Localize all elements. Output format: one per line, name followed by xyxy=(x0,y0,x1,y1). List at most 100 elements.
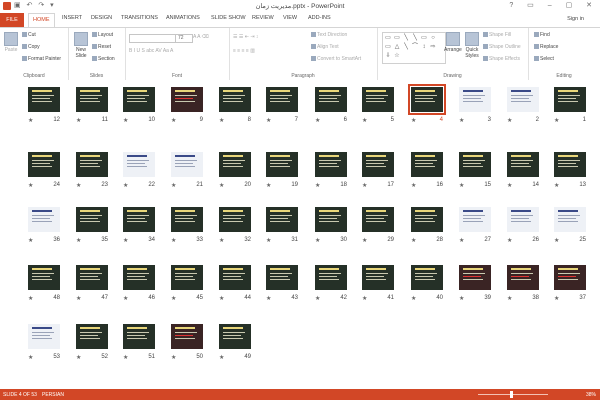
transition-star-icon[interactable]: ★ xyxy=(554,295,559,302)
select-button[interactable]: Select xyxy=(534,56,554,62)
slide-thumbnail[interactable] xyxy=(76,87,108,112)
transition-star-icon[interactable]: ★ xyxy=(459,295,464,302)
zoom-level[interactable]: 38% xyxy=(586,392,596,398)
transition-star-icon[interactable]: ★ xyxy=(459,117,464,124)
transition-star-icon[interactable]: ★ xyxy=(219,182,224,189)
transition-star-icon[interactable]: ★ xyxy=(171,237,176,244)
transition-star-icon[interactable]: ★ xyxy=(171,117,176,124)
slide-thumbnail[interactable] xyxy=(28,152,60,177)
zoom-slider[interactable] xyxy=(478,394,548,395)
slide-thumbnail[interactable] xyxy=(362,87,394,112)
slide-thumbnail[interactable] xyxy=(507,152,539,177)
slide-thumbnail[interactable] xyxy=(459,207,491,232)
slide-thumbnail[interactable] xyxy=(219,87,251,112)
copy-button[interactable]: Copy xyxy=(22,44,40,50)
tab-review[interactable]: REVIEW xyxy=(252,15,274,21)
transition-star-icon[interactable]: ★ xyxy=(28,182,33,189)
slide-thumbnail[interactable] xyxy=(315,87,347,112)
transition-star-icon[interactable]: ★ xyxy=(123,354,128,361)
font-size-buttons[interactable]: A A ⌫ xyxy=(193,34,209,40)
transition-star-icon[interactable]: ★ xyxy=(315,237,320,244)
transition-star-icon[interactable]: ★ xyxy=(171,295,176,302)
slide-thumbnail[interactable] xyxy=(219,265,251,290)
slide-thumbnail[interactable] xyxy=(171,265,203,290)
transition-star-icon[interactable]: ★ xyxy=(28,354,33,361)
transition-star-icon[interactable]: ★ xyxy=(219,117,224,124)
transition-star-icon[interactable]: ★ xyxy=(266,117,271,124)
shape-fill-button[interactable]: Shape Fill xyxy=(483,32,511,38)
slide-thumbnail[interactable] xyxy=(554,265,586,290)
slide-thumbnail[interactable] xyxy=(507,87,539,112)
tab-animations[interactable]: ANIMATIONS xyxy=(166,15,200,21)
slide-thumbnail[interactable] xyxy=(459,265,491,290)
transition-star-icon[interactable]: ★ xyxy=(219,295,224,302)
transition-star-icon[interactable]: ★ xyxy=(362,117,367,124)
transition-star-icon[interactable]: ★ xyxy=(76,237,81,244)
transition-star-icon[interactable]: ★ xyxy=(315,182,320,189)
transition-star-icon[interactable]: ★ xyxy=(171,182,176,189)
layout-button[interactable]: Layout xyxy=(92,32,113,38)
transition-star-icon[interactable]: ★ xyxy=(507,182,512,189)
align-buttons[interactable]: ≡ ≡ ≡ ≡ ▥ xyxy=(233,48,255,54)
slide-thumbnail[interactable] xyxy=(76,207,108,232)
transition-star-icon[interactable]: ★ xyxy=(123,117,128,124)
slide-thumbnail[interactable] xyxy=(507,207,539,232)
font-style-buttons[interactable]: B I U S abc AV Aa A xyxy=(129,48,173,54)
transition-star-icon[interactable]: ★ xyxy=(266,237,271,244)
slide-thumbnail[interactable] xyxy=(315,207,347,232)
slide-thumbnail[interactable] xyxy=(411,265,443,290)
slide-thumbnail[interactable] xyxy=(171,87,203,112)
slide-thumbnail[interactable] xyxy=(171,207,203,232)
shape-effects-button[interactable]: Shape Effects xyxy=(483,56,520,62)
tab-home[interactable]: HOME xyxy=(28,13,55,27)
transition-star-icon[interactable]: ★ xyxy=(28,237,33,244)
transition-star-icon[interactable]: ★ xyxy=(459,237,464,244)
transition-star-icon[interactable]: ★ xyxy=(315,295,320,302)
format-painter-button[interactable]: Format Painter xyxy=(22,56,61,62)
tab-add-ins[interactable]: ADD-INS xyxy=(308,15,331,21)
shapes-gallery[interactable]: ▭ ▭ ╲ ╲ ▭ ○▭ △ ╲ ⌒ ↕ ⇨⇩ ☆ xyxy=(382,32,446,64)
transition-star-icon[interactable]: ★ xyxy=(315,117,320,124)
window-controls[interactable]: ? ▭ – ▢ ✕ xyxy=(509,1,598,9)
transition-star-icon[interactable]: ★ xyxy=(76,182,81,189)
slide-thumbnail[interactable] xyxy=(459,87,491,112)
tab-design[interactable]: DESIGN xyxy=(91,15,112,21)
transition-star-icon[interactable]: ★ xyxy=(411,182,416,189)
slide-thumbnail[interactable] xyxy=(28,265,60,290)
arrange-button[interactable]: Arrange xyxy=(444,32,462,53)
slide-thumbnail[interactable] xyxy=(315,265,347,290)
transition-star-icon[interactable]: ★ xyxy=(362,182,367,189)
new-slide-button[interactable]: New Slide xyxy=(72,32,90,59)
slide-thumbnail[interactable] xyxy=(123,87,155,112)
transition-star-icon[interactable]: ★ xyxy=(507,295,512,302)
slide-thumbnail[interactable] xyxy=(28,207,60,232)
transition-star-icon[interactable]: ★ xyxy=(76,354,81,361)
slide-thumbnail[interactable] xyxy=(362,152,394,177)
slide-thumbnail[interactable] xyxy=(315,152,347,177)
section-button[interactable]: Section xyxy=(92,56,115,62)
tab-file[interactable]: FILE xyxy=(0,13,24,27)
language-indicator[interactable]: PERSIAN xyxy=(42,392,64,398)
slide-thumbnail[interactable] xyxy=(507,265,539,290)
transition-star-icon[interactable]: ★ xyxy=(123,295,128,302)
slide-thumbnail[interactable] xyxy=(266,207,298,232)
slide-thumbnail[interactable] xyxy=(459,152,491,177)
slide-thumbnail[interactable] xyxy=(76,265,108,290)
transition-star-icon[interactable]: ★ xyxy=(554,117,559,124)
transition-star-icon[interactable]: ★ xyxy=(554,182,559,189)
transition-star-icon[interactable]: ★ xyxy=(123,182,128,189)
slide-thumbnail[interactable] xyxy=(171,152,203,177)
slide-thumbnail[interactable] xyxy=(266,152,298,177)
transition-star-icon[interactable]: ★ xyxy=(76,295,81,302)
sign-in-link[interactable]: Sign in xyxy=(567,16,584,22)
slide-thumbnail[interactable] xyxy=(266,265,298,290)
shape-outline-button[interactable]: Shape Outline xyxy=(483,44,521,50)
transition-star-icon[interactable]: ★ xyxy=(123,237,128,244)
slide-thumbnail[interactable] xyxy=(362,265,394,290)
slide-thumbnail[interactable] xyxy=(123,152,155,177)
slide-thumbnail[interactable] xyxy=(28,324,60,349)
slide-thumbnail[interactable] xyxy=(219,207,251,232)
cut-button[interactable]: Cut xyxy=(22,32,36,38)
transition-star-icon[interactable]: ★ xyxy=(507,117,512,124)
slide-thumbnail[interactable] xyxy=(411,207,443,232)
